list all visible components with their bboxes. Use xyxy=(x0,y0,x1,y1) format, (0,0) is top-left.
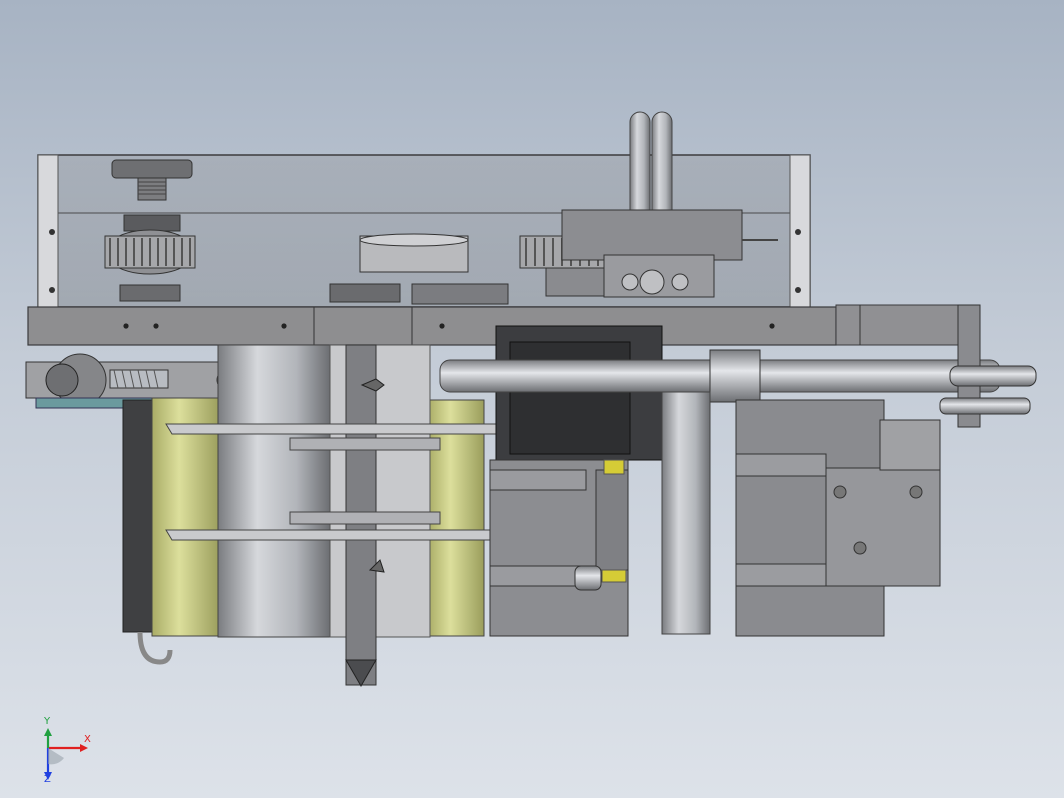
lower-slide-frame[interactable] xyxy=(489,459,629,637)
y-axis-label: Y xyxy=(44,716,51,727)
center-housing[interactable] xyxy=(329,344,431,638)
main-cylinder[interactable] xyxy=(217,344,331,638)
dark-column[interactable] xyxy=(122,399,156,633)
cad-viewport[interactable]: X Y Z xyxy=(0,0,1064,798)
lower-cylinder[interactable] xyxy=(661,391,711,635)
x-axis-label: X xyxy=(84,734,91,745)
machine-assembly-model[interactable] xyxy=(0,0,1064,798)
coordinate-triad: X Y Z xyxy=(30,716,110,788)
axis-triad-icon xyxy=(44,728,88,780)
right-slide-frame[interactable] xyxy=(735,304,1037,637)
stepper-motor[interactable] xyxy=(495,325,663,461)
z-axis-label: Z xyxy=(44,774,51,785)
